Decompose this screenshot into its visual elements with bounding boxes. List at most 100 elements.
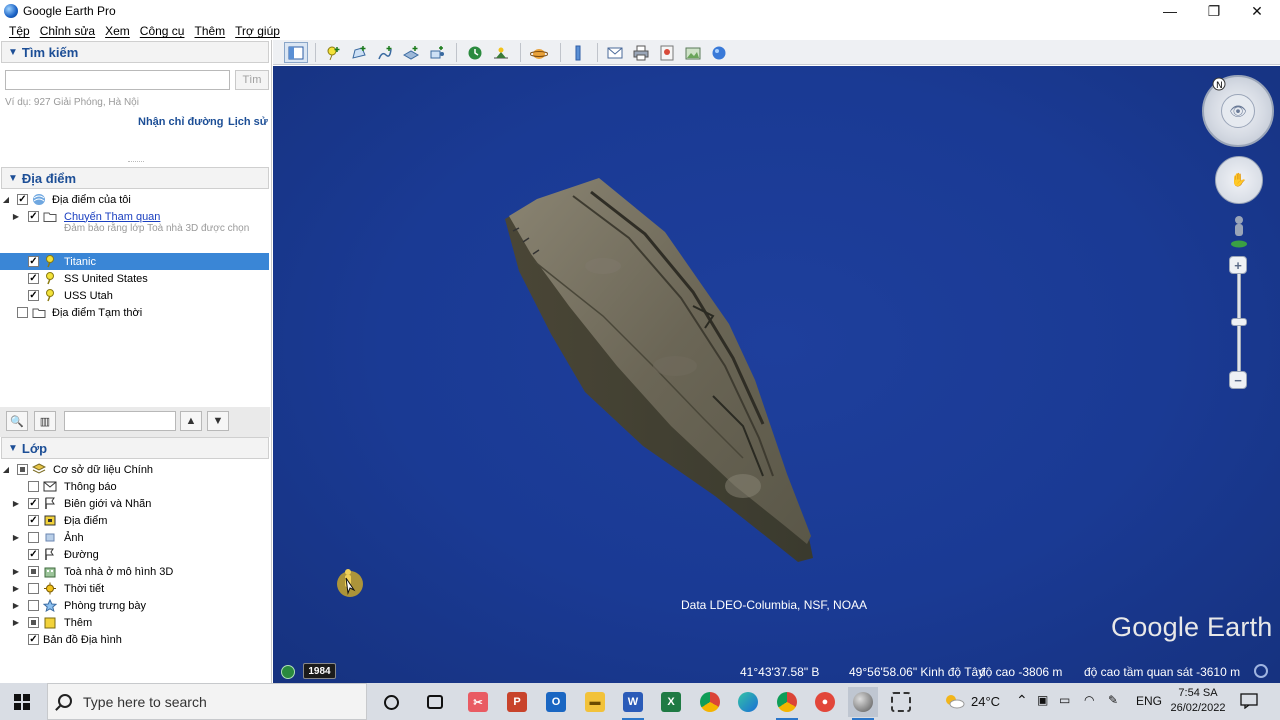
checkbox[interactable]: ✓ bbox=[17, 194, 28, 205]
record-tour-icon[interactable] bbox=[425, 42, 449, 63]
edge-icon[interactable] bbox=[733, 687, 763, 717]
place-titanic[interactable]: ✓ Titanic bbox=[0, 253, 269, 270]
place-temporary[interactable]: Địa điểm Tạm thời bbox=[0, 304, 269, 321]
expand-arrow-icon[interactable]: ▶ bbox=[12, 533, 20, 542]
place-ss-united-states[interactable]: ✓ SS United States bbox=[0, 270, 269, 287]
expand-arrow-icon[interactable]: ▶ bbox=[12, 618, 20, 627]
print-icon[interactable] bbox=[629, 42, 653, 63]
expand-arrow-icon[interactable]: ◢ bbox=[2, 465, 10, 474]
close-button[interactable]: ✕ bbox=[1235, 0, 1279, 22]
panel-toggle-icon[interactable]: ▥ bbox=[34, 411, 56, 431]
search-panel-header[interactable]: ▼ Tìm kiếm bbox=[1, 41, 269, 63]
checkbox[interactable] bbox=[28, 600, 39, 611]
minimize-button[interactable]: — bbox=[1148, 0, 1192, 22]
checkbox[interactable]: ✓ bbox=[28, 290, 39, 301]
move-hand-icon[interactable]: ✋ bbox=[1215, 156, 1263, 204]
layer-places[interactable]: ✓ Địa điểm bbox=[0, 512, 269, 529]
menu-view[interactable]: Xem bbox=[105, 24, 130, 38]
view-in-maps-icon[interactable] bbox=[655, 42, 679, 63]
places-filter-input[interactable] bbox=[64, 411, 176, 431]
notifications-icon[interactable] bbox=[1240, 693, 1258, 709]
checkbox[interactable]: ✓ bbox=[28, 498, 39, 509]
layer-terrain[interactable]: ✓ Bản đồ Địa hình bbox=[0, 631, 269, 648]
search-icon[interactable]: 🔍 bbox=[6, 411, 28, 431]
add-image-overlay-icon[interactable] bbox=[399, 42, 423, 63]
checkbox[interactable] bbox=[28, 481, 39, 492]
snipping-tool-icon[interactable]: ✂ bbox=[463, 687, 493, 717]
eye-icon[interactable]: 👁 bbox=[1221, 94, 1255, 128]
tour-link[interactable]: Chuyến Tham quan bbox=[64, 211, 160, 223]
checkbox[interactable]: ✓ bbox=[28, 211, 39, 222]
checkbox[interactable] bbox=[17, 307, 28, 318]
menu-file[interactable]: Tệp bbox=[9, 24, 30, 38]
excel-icon[interactable]: X bbox=[656, 687, 686, 717]
layer-primary-database[interactable]: ◢ Cơ sở dữ liệu Chính bbox=[0, 461, 269, 478]
sidebar-toggle-icon[interactable] bbox=[284, 42, 308, 63]
weather-temp[interactable]: 24°C bbox=[971, 694, 1000, 709]
checkbox[interactable] bbox=[28, 617, 39, 628]
place-my-places[interactable]: ◢ ✓ Địa điểm của tôi bbox=[0, 191, 269, 208]
search-input[interactable] bbox=[5, 70, 230, 90]
add-placemark-icon[interactable] bbox=[321, 42, 345, 63]
zoom-out-icon[interactable]: − bbox=[1229, 371, 1247, 389]
expand-arrow-icon[interactable]: ▶ bbox=[12, 584, 20, 593]
3d-map-view[interactable]: Data LDEO-Columbia, NSF, NOAA Google Ear… bbox=[273, 66, 1280, 683]
layer-weather[interactable]: ▶ Thời tiết bbox=[0, 580, 269, 597]
chrome-profile-icon[interactable] bbox=[772, 687, 802, 720]
google-earth-taskbar-icon[interactable] bbox=[848, 687, 878, 720]
checkbox[interactable] bbox=[28, 566, 39, 577]
taskbar-search-box[interactable]: Type here to search bbox=[47, 683, 367, 720]
place-uss-utah[interactable]: ✓ USS Utah bbox=[0, 287, 269, 304]
layer-photos[interactable]: ▶ Ảnh bbox=[0, 529, 269, 546]
historical-imagery-icon[interactable] bbox=[463, 42, 487, 63]
pen-icon[interactable]: ✎ bbox=[1108, 693, 1118, 707]
save-image-icon[interactable] bbox=[681, 42, 705, 63]
checkbox[interactable] bbox=[28, 583, 39, 594]
tray-chevron-up-icon[interactable]: ⌃ bbox=[1016, 692, 1028, 709]
checkbox[interactable] bbox=[17, 464, 28, 475]
add-path-icon[interactable] bbox=[373, 42, 397, 63]
layer-gallery[interactable]: ▶ Phòng trưng bày bbox=[0, 597, 269, 614]
powerpoint-icon[interactable]: P bbox=[502, 687, 532, 717]
movie-maker-icon[interactable] bbox=[707, 42, 731, 63]
checkbox[interactable]: ✓ bbox=[28, 515, 39, 526]
expand-arrow-icon[interactable]: ▶ bbox=[12, 212, 20, 221]
move-up-icon[interactable]: ▲ bbox=[180, 411, 202, 431]
expand-arrow-icon[interactable]: ▶ bbox=[12, 499, 20, 508]
menu-tools[interactable]: Công cụ bbox=[140, 24, 185, 38]
switch-planet-icon[interactable] bbox=[527, 42, 551, 63]
get-directions-link[interactable]: Nhận chỉ đường bbox=[138, 116, 223, 128]
word-icon[interactable]: W bbox=[618, 687, 648, 720]
outlook-icon[interactable]: O bbox=[541, 687, 571, 717]
cortana-icon[interactable] bbox=[376, 687, 406, 717]
chrome-icon[interactable] bbox=[695, 687, 725, 717]
layers-panel-header[interactable]: ▼ Lớp bbox=[1, 437, 269, 459]
zoom-slider-thumb[interactable] bbox=[1231, 318, 1247, 326]
menu-add[interactable]: Thêm bbox=[194, 24, 225, 38]
zoom-in-icon[interactable]: + bbox=[1229, 256, 1247, 274]
windows-start-icon[interactable] bbox=[14, 694, 30, 710]
add-polygon-icon[interactable] bbox=[347, 42, 371, 63]
meet-now-icon[interactable]: ▣ bbox=[1037, 693, 1048, 707]
layer-more[interactable]: ▶ Thêm bbox=[0, 614, 269, 631]
checkbox[interactable] bbox=[28, 532, 39, 543]
resize-grip[interactable] bbox=[128, 161, 144, 165]
task-view-icon[interactable] bbox=[420, 687, 450, 717]
expand-arrow-icon[interactable]: ▶ bbox=[12, 601, 20, 610]
sunlight-icon[interactable] bbox=[489, 42, 513, 63]
north-reset-icon[interactable]: N bbox=[1212, 77, 1226, 91]
input-language[interactable]: ENG bbox=[1136, 694, 1162, 708]
battery-icon[interactable]: ▭ bbox=[1059, 693, 1070, 707]
checkbox[interactable]: ✓ bbox=[28, 549, 39, 560]
menu-help[interactable]: Trợ giúp bbox=[235, 24, 280, 38]
email-icon[interactable] bbox=[603, 42, 627, 63]
wifi-icon[interactable]: ◠ bbox=[1084, 693, 1094, 707]
file-explorer-icon[interactable]: ▬ bbox=[580, 687, 610, 717]
menu-edit[interactable]: Chỉnh sửa bbox=[40, 24, 95, 38]
places-panel-header[interactable]: ▼ Địa điểm bbox=[1, 167, 269, 189]
restore-button[interactable]: ❐ bbox=[1192, 0, 1236, 22]
street-view-pegman-icon[interactable] bbox=[1229, 214, 1249, 248]
placemark-pegman-icon[interactable] bbox=[336, 566, 366, 598]
ruler-icon[interactable] bbox=[566, 42, 590, 63]
move-down-icon[interactable]: ▼ bbox=[207, 411, 229, 431]
